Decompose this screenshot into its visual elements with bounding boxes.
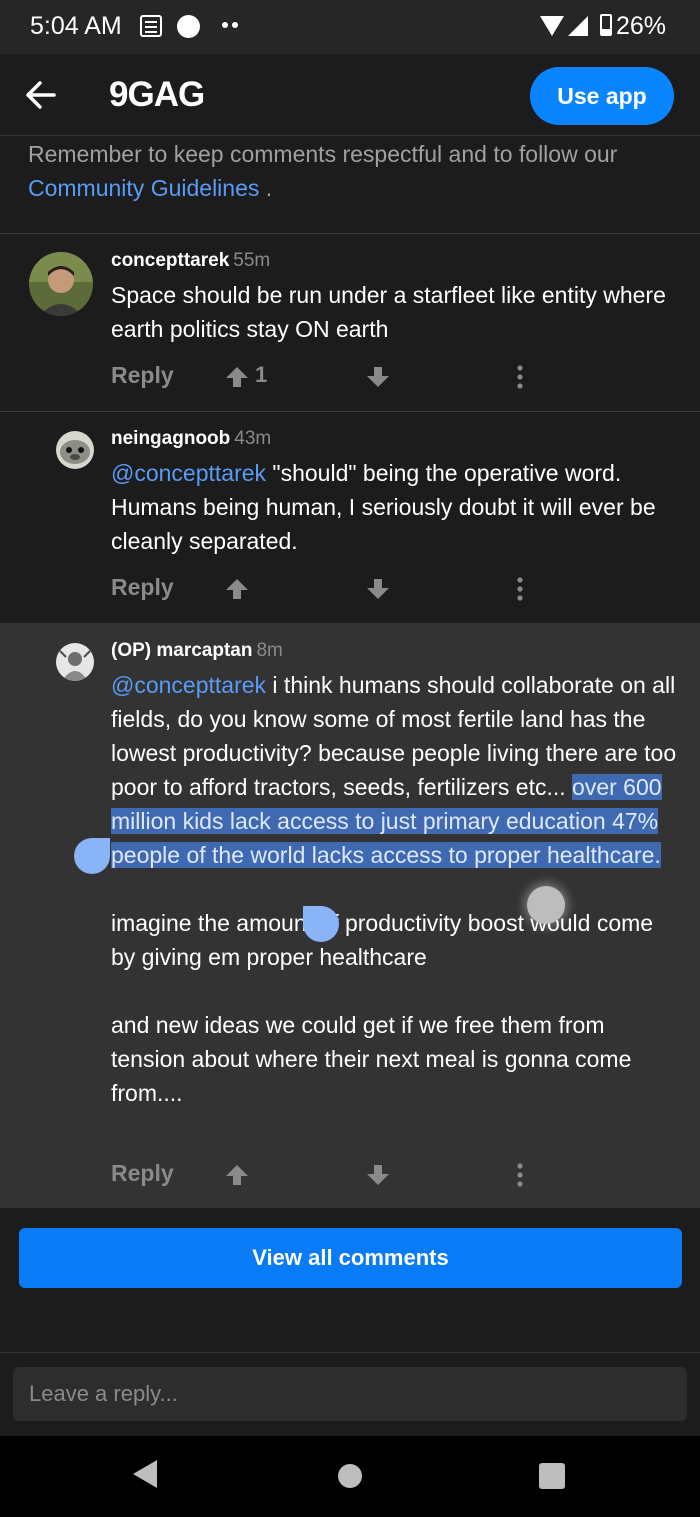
view-all-comments-button[interactable]: View all comments [19,1228,682,1288]
timestamp: 43m [234,428,272,449]
avatar[interactable] [29,252,93,316]
comment-meta: concepttarek 55m [111,250,270,272]
username[interactable]: neingagnoob [111,428,230,449]
downvote-icon[interactable] [366,1164,390,1186]
nav-back-icon[interactable] [133,1460,157,1488]
notice-text: Remember to keep comments respectful and… [28,141,618,167]
upvote-count: 1 [255,362,268,387]
signal-icon [568,16,588,36]
more-options-icon[interactable] [517,576,523,602]
selection-handle-start[interactable] [74,838,110,874]
downvote-icon[interactable] [366,366,390,388]
community-notice: Remember to keep comments respectful and… [28,137,678,205]
avatar[interactable] [56,643,94,681]
back-arrow-icon[interactable] [24,79,58,111]
username[interactable]: (OP) marcaptan [111,640,252,661]
nav-recents-icon[interactable] [539,1463,565,1489]
use-app-button[interactable]: Use app [530,67,674,125]
more-options-icon[interactable] [517,364,523,390]
news-icon [140,15,162,37]
mention-link[interactable]: @concepttarek [111,460,266,486]
community-guidelines-link[interactable]: Community Guidelines [28,175,259,201]
reply-button[interactable]: Reply [111,574,174,601]
messenger-icon [177,15,200,38]
comment-paragraph: imagine the amount of productivity boost… [111,910,654,970]
reply-button[interactable]: Reply [111,1160,174,1187]
timestamp: 8m [256,640,283,661]
reply-bar [0,1352,700,1436]
comment-meta: neingagnoob 43m [111,428,271,450]
comment-op: (OP) marcaptan 8m @concepttarek i think h… [0,623,700,1208]
touch-indicator [527,886,565,924]
notice-suffix: . [259,175,273,201]
username[interactable]: concepttarek [111,250,229,271]
comment-meta: (OP) marcaptan 8m [111,640,283,662]
upvote-icon[interactable] [225,578,249,600]
comment: neingagnoob 43m @concepttarek "should" be… [0,411,700,623]
battery-percent: 26% [615,12,666,40]
more-notifications-icon [222,22,228,28]
system-nav-bar [0,1436,700,1517]
upvote-icon[interactable] [225,1164,249,1186]
downvote-icon[interactable] [366,578,390,600]
app-header: 9GAG Use app [0,54,700,136]
battery-icon [600,14,612,36]
comment-actions: Reply [111,1160,541,1190]
wifi-icon [540,16,564,36]
reply-button[interactable]: Reply [111,362,174,389]
comment-text: Space should be run under a starfleet li… [111,282,666,342]
mention-link[interactable]: @concepttarek [111,672,266,698]
timestamp: 55m [233,250,271,271]
comment-text: @concepttarek "should" being the operati… [111,456,681,558]
reply-input[interactable] [13,1367,687,1421]
selection-handle-end[interactable] [303,906,339,942]
upvote-icon[interactable] [225,366,249,388]
status-bar: 5:04 AM 26% [0,0,700,54]
comment-text: @concepttarek i think humans should coll… [111,668,681,1110]
more-options-icon[interactable] [517,1162,523,1188]
comment-actions: Reply [111,574,541,604]
comment-paragraph: and new ideas we could get if we free th… [111,1012,632,1106]
avatar[interactable] [56,431,94,469]
status-time: 5:04 AM [30,12,122,40]
nav-home-icon[interactable] [338,1464,362,1488]
comment: concepttarek 55m Space should be run unde… [0,233,700,411]
comment-actions: Reply 1 [111,362,541,392]
app-logo[interactable]: 9GAG [109,75,205,115]
